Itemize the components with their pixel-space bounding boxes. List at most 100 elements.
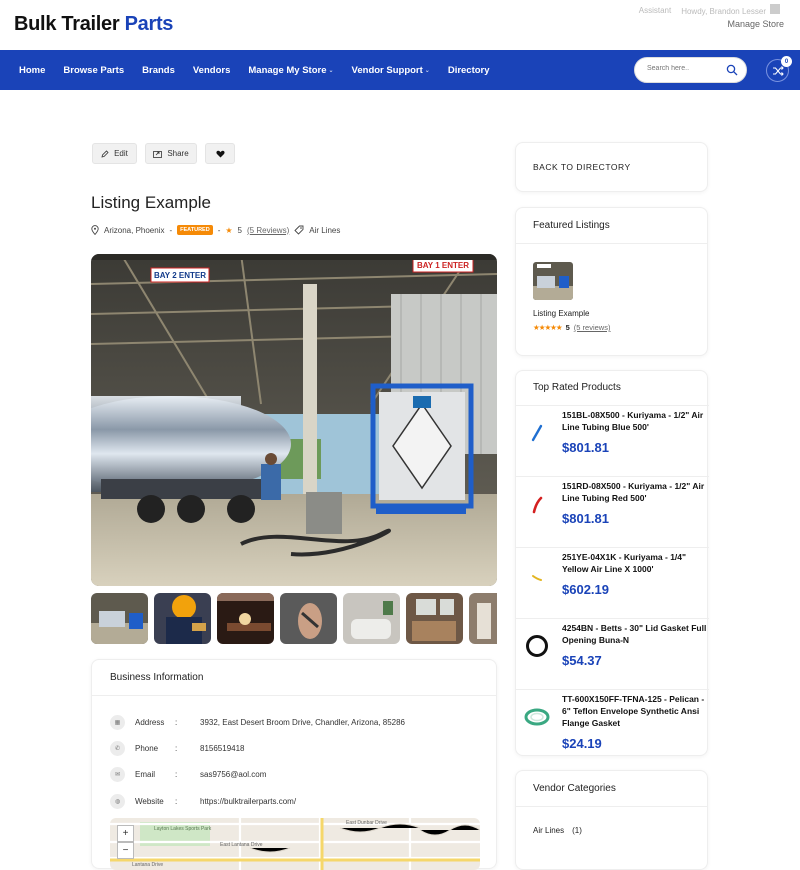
- nav-brands[interactable]: Brands: [142, 65, 175, 76]
- email-label: Email: [135, 770, 156, 779]
- phone-value[interactable]: 8156519418: [200, 744, 245, 753]
- thumbnail-image[interactable]: [217, 593, 274, 644]
- meta-separator: -: [217, 225, 221, 235]
- nav-manage-my-store[interactable]: Manage My Store ⌄: [248, 65, 333, 76]
- image-thumbnails: [91, 593, 497, 644]
- vendor-categories-card: Vendor Categories Air Lines (1): [515, 770, 708, 870]
- nav-directory[interactable]: Directory: [448, 65, 490, 76]
- email-row: ✉ Email: sas9756@aol.com: [110, 767, 266, 782]
- thumbnail-warehouse: [91, 593, 148, 644]
- share-button[interactable]: Share: [145, 143, 197, 164]
- search-input[interactable]: [647, 65, 727, 72]
- product-price: $54.37: [562, 653, 602, 668]
- business-info-card: Business Information ▦ Address: 3932, Ea…: [91, 659, 497, 870]
- star-icon: ★: [225, 225, 233, 235]
- product-item[interactable]: 251YE-04X1K - Kuriyama - 1/4" Yellow Air…: [516, 547, 709, 618]
- heart-icon: [215, 150, 225, 157]
- nav-label: Manage My Store: [248, 64, 327, 76]
- site-logo[interactable]: Bulk Trailer Parts: [14, 13, 173, 36]
- email-value[interactable]: sas9756@aol.com: [200, 770, 266, 779]
- listing-title: Listing Example: [91, 193, 212, 212]
- avatar: [770, 4, 780, 14]
- nav-label: Vendors: [192, 64, 231, 76]
- thumbnail-hand: [280, 593, 337, 644]
- edit-button[interactable]: Edit: [92, 143, 137, 164]
- nav-vendor-support[interactable]: Vendor Support ⌄: [352, 65, 430, 76]
- share-icon: [153, 150, 163, 158]
- thumbnail-image[interactable]: [154, 593, 211, 644]
- phone-row: ✆ Phone: 8156519418: [110, 741, 245, 756]
- shuffle-icon: [772, 65, 784, 76]
- product-price: $801.81: [562, 440, 609, 455]
- website-value[interactable]: https://bulktrailerparts.com/: [200, 797, 296, 806]
- compare-count-badge: 0: [781, 56, 792, 67]
- listing-meta: Arizona, Phoenix - FEATURED - ★ 5 (5 Rev…: [91, 225, 340, 235]
- warehouse-photo: BAY 2 ENTER BAY 1 ENTER: [91, 254, 497, 586]
- featured-listing-photo: [533, 262, 573, 300]
- chevron-down-icon: ⌄: [328, 67, 334, 74]
- featured-listing-thumbnail[interactable]: [533, 262, 573, 300]
- manage-store-link[interactable]: Manage Store: [727, 19, 784, 29]
- zoom-out-button[interactable]: −: [117, 842, 134, 859]
- thumbnail-bathroom: [343, 593, 400, 644]
- nav-vendors[interactable]: Vendors: [193, 65, 231, 76]
- product-item[interactable]: 151RD-08X500 - Kuriyama - 1/2" Air Line …: [516, 476, 709, 547]
- howdy-text: Howdy, Brandon Lesser: [681, 7, 766, 16]
- listing-rating: 5: [237, 225, 242, 235]
- product-name: 151RD-08X500 - Kuriyama - 1/2" Air Line …: [562, 481, 705, 503]
- pencil-icon: [101, 149, 109, 158]
- search-icon[interactable]: [726, 64, 738, 76]
- map-label-lantana-drive: Lantana Drive: [132, 862, 163, 868]
- thumbnail-image[interactable]: [406, 593, 463, 644]
- vendor-category-item[interactable]: Air Lines (1): [533, 826, 582, 835]
- listing-category[interactable]: Air Lines: [309, 226, 340, 235]
- reviews-link[interactable]: (5 Reviews): [247, 226, 289, 235]
- phone-icon: ✆: [110, 741, 125, 756]
- nav-label: Directory: [447, 64, 490, 76]
- assistant-link[interactable]: Assistant: [639, 6, 671, 15]
- blue-tubing-icon: [531, 424, 543, 442]
- phone-label: Phone: [135, 744, 159, 753]
- map-label-lantana: East Lantana Drive: [220, 842, 263, 848]
- thumbnail-interior: [469, 593, 497, 644]
- product-item[interactable]: 151BL-08X500 - Kuriyama - 1/2" Air Line …: [516, 405, 709, 476]
- vendor-categories-heading: Vendor Categories: [533, 783, 616, 794]
- meta-separator: -: [169, 225, 173, 235]
- gasket-ring-icon: [526, 635, 548, 657]
- thumbnail-image[interactable]: [280, 593, 337, 644]
- listing-location[interactable]: Arizona, Phoenix: [104, 226, 164, 235]
- howdy-link[interactable]: Howdy, Brandon Lesser: [681, 4, 780, 16]
- thumbnail-image[interactable]: [469, 593, 497, 644]
- zoom-in-button[interactable]: +: [117, 825, 134, 842]
- reviews-link[interactable]: (5 reviews): [574, 323, 611, 332]
- back-to-directory-link[interactable]: BACK TO DIRECTORY: [515, 142, 708, 192]
- featured-badge: FEATURED: [177, 225, 213, 235]
- product-price: $801.81: [562, 511, 609, 526]
- nav-browse-parts[interactable]: Browse Parts: [63, 65, 124, 76]
- tag-icon: [294, 225, 304, 235]
- featured-listings-card: Featured Listings Listing Example ★★★★★ …: [515, 207, 708, 356]
- nav-home[interactable]: Home: [19, 65, 45, 76]
- business-info-heading: Business Information: [110, 672, 204, 683]
- category-name: Air Lines: [533, 826, 565, 835]
- colon: :: [175, 744, 178, 753]
- website-row: ◍ Website: https://bulktrailerparts.com/: [110, 794, 296, 809]
- compare-button[interactable]: 0: [766, 56, 792, 82]
- featured-listing-title[interactable]: Listing Example: [533, 309, 589, 318]
- product-price: $24.19: [562, 736, 602, 751]
- yellow-tubing-icon: [532, 575, 542, 581]
- product-item[interactable]: TT-600X150FF-TFNA-125 - Pelican - 6" Tef…: [516, 689, 709, 757]
- favorite-button[interactable]: [205, 143, 235, 164]
- location-map[interactable]: Layton Lakes Sports Park East Lantana Dr…: [110, 818, 480, 870]
- thumbnail-image[interactable]: [343, 593, 400, 644]
- map-label-park: Layton Lakes Sports Park: [154, 826, 212, 832]
- thumbnail-welding: [217, 593, 274, 644]
- logo-accent-text: Parts: [124, 13, 174, 35]
- product-item[interactable]: 4254BN - Betts - 30" Lid Gasket Full Ope…: [516, 618, 709, 689]
- divider: [92, 695, 496, 696]
- nav-label: Brands: [142, 64, 175, 76]
- listing-main-image[interactable]: BAY 2 ENTER BAY 1 ENTER: [91, 254, 497, 586]
- top-rated-products-card: Top Rated Products 151BL-08X500 - Kuriya…: [515, 370, 709, 757]
- bay-1-sign: BAY 1 ENTER: [417, 261, 469, 270]
- thumbnail-image[interactable]: [91, 593, 148, 644]
